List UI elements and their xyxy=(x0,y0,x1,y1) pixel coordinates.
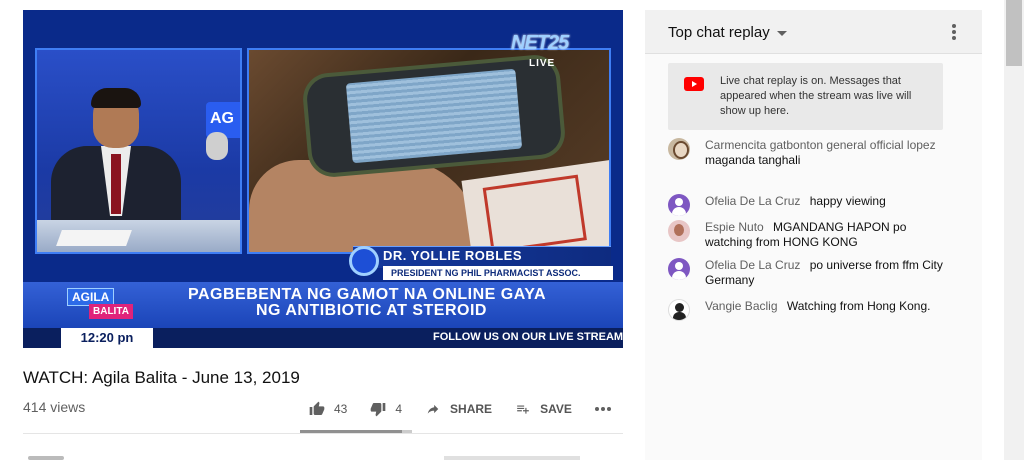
share-label: SHARE xyxy=(450,402,493,416)
dislike-button[interactable]: 4 xyxy=(369,401,402,417)
channel-logo: NET25 xyxy=(511,32,569,54)
caret-down-icon[interactable] xyxy=(777,31,787,36)
phone-closeup-panel xyxy=(247,48,611,254)
chat-mode-selector[interactable]: Top chat replay xyxy=(668,24,770,41)
avatar[interactable] xyxy=(668,194,690,216)
chat-replay-notice: Live chat replay is on. Messages that ap… xyxy=(668,63,943,130)
chat-message: Ofelia De La Cruz po universe from ffm C… xyxy=(668,258,948,288)
desk-paper xyxy=(56,230,132,246)
microphone-graphic xyxy=(206,132,228,160)
studio-panel: AG xyxy=(35,48,242,254)
playlist-add-icon xyxy=(517,405,529,414)
youtube-logo-icon xyxy=(684,77,704,91)
chat-author[interactable]: Ofelia De La Cruz xyxy=(705,258,800,272)
ticker-text: FOLLOW US ON OUR LIVE STREAMI xyxy=(433,331,623,343)
headline-line2: NG ANTIBIOTIC AT STEROID xyxy=(256,302,487,319)
chat-author[interactable]: Carmencita gatbonton general official lo… xyxy=(705,138,936,152)
anchor-hair xyxy=(91,88,141,108)
anchor-tie xyxy=(111,154,121,214)
phone-graphic xyxy=(305,57,563,175)
live-badge: LIVE xyxy=(529,58,556,69)
subscribe-button-partial[interactable] xyxy=(444,456,580,460)
more-horiz-icon xyxy=(594,407,611,411)
phone-screen xyxy=(345,68,523,164)
thumbs-up-icon xyxy=(309,401,325,415)
chat-message: Espie Nuto MGANDANG HAPON po watching fr… xyxy=(668,220,948,250)
save-label: SAVE xyxy=(540,402,572,416)
dislike-count: 4 xyxy=(395,402,403,416)
thumbs-down-icon xyxy=(371,403,386,417)
save-button[interactable]: SAVE xyxy=(514,402,572,416)
more-actions-button[interactable] xyxy=(594,406,620,412)
like-button[interactable]: 43 xyxy=(308,401,347,417)
guest-name: DR. YOLLIE ROBLES xyxy=(383,248,522,263)
show-logo: AGILA BALITA xyxy=(67,288,133,326)
channel-avatar-partial xyxy=(28,456,64,460)
avatar[interactable] xyxy=(668,220,690,242)
chat-text: happy viewing xyxy=(809,194,886,208)
chat-text: Watching from Hong Kong. xyxy=(786,299,931,313)
avatar[interactable] xyxy=(668,299,690,321)
chat-author[interactable]: Espie Nuto xyxy=(705,220,764,234)
avatar[interactable] xyxy=(668,258,690,280)
more-vert-icon[interactable] xyxy=(951,24,957,42)
page: AG NET25 LIVE DR. YOLLIE ROBLES PRESIDEN… xyxy=(0,0,1024,460)
hand-graphic xyxy=(249,160,479,252)
broadcast-time: 12:20 pn xyxy=(61,328,153,348)
view-count: 414 views xyxy=(23,399,86,415)
show-logo-line2: BALITA xyxy=(89,304,133,319)
scrollbar-thumb[interactable] xyxy=(1006,0,1022,66)
chat-message: Carmencita gatbonton general official lo… xyxy=(668,138,948,168)
guest-title: PRESIDENT NG PHIL PHARMACIST ASSOC. xyxy=(383,266,613,280)
video-player[interactable]: AG NET25 LIVE DR. YOLLIE ROBLES PRESIDEN… xyxy=(23,10,623,348)
chat-author[interactable]: Vangie Baclig xyxy=(705,299,778,313)
medicine-box-graphic xyxy=(461,159,609,252)
chat-message: Vangie Baclig Watching from Hong Kong. xyxy=(668,299,948,321)
guest-logo-icon xyxy=(349,246,379,276)
share-arrow-icon xyxy=(427,404,439,414)
like-count: 43 xyxy=(334,402,348,416)
chat-message: Ofelia De La Cruz happy viewing xyxy=(668,194,948,216)
chat-author[interactable]: Ofelia De La Cruz xyxy=(705,194,800,208)
share-button[interactable]: SHARE xyxy=(424,402,492,416)
chat-header: Top chat replay xyxy=(645,10,982,54)
page-scrollbar[interactable] xyxy=(1004,0,1024,460)
video-title: WATCH: Agila Balita - June 13, 2019 xyxy=(23,368,300,387)
chat-replay-notice-text: Live chat replay is on. Messages that ap… xyxy=(720,75,912,117)
live-chat-panel: Top chat replay Live chat replay is on. … xyxy=(645,10,982,460)
chat-text: maganda tanghali xyxy=(705,153,801,167)
video-actions: 43 4 SHARE SAVE xyxy=(308,399,642,419)
divider xyxy=(23,433,623,434)
avatar[interactable] xyxy=(668,138,690,160)
